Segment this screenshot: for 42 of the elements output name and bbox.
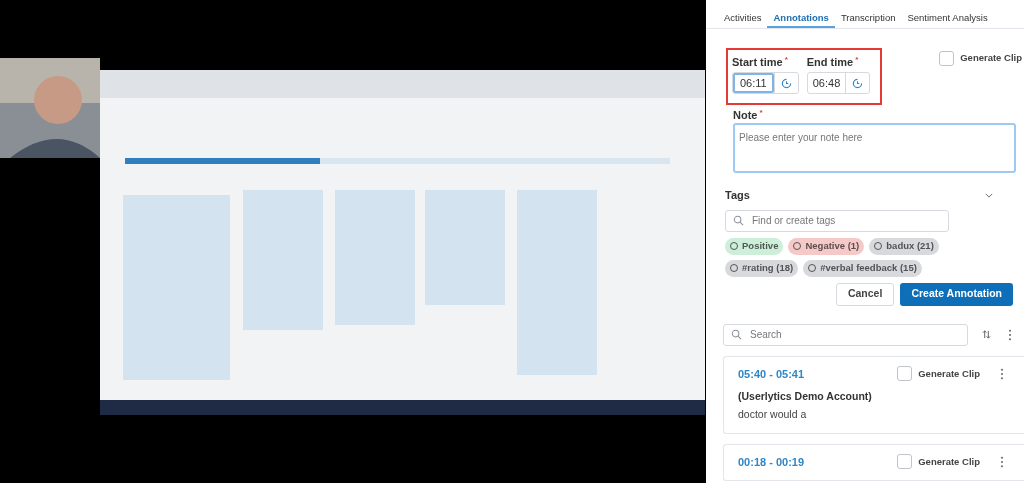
time-range-link[interactable]: 00:18 - 00:19 xyxy=(738,453,805,470)
create-button[interactable]: Create Annotation xyxy=(900,282,1013,306)
time-field[interactable]: 06:11 xyxy=(733,73,774,93)
author-name: (Userlytics Demo Account) xyxy=(738,389,873,404)
tag-chip[interactable]: #rating (18) xyxy=(725,259,799,277)
section-label: Tags xyxy=(725,188,750,203)
tag-chip[interactable]: #verbal feedback (15) xyxy=(803,259,922,277)
tag-search-field[interactable]: Find or create tags xyxy=(725,209,949,232)
tag-chip[interactable]: Positive xyxy=(725,237,784,255)
chevron-icon[interactable] xyxy=(985,192,993,198)
sort-icon[interactable] xyxy=(982,330,991,339)
placeholder-text: Find or create tags xyxy=(752,214,836,228)
search-icon xyxy=(731,329,742,340)
cancel-button[interactable]: Cancel xyxy=(835,282,895,306)
tab[interactable]: Transcription xyxy=(834,0,902,28)
tag-chip[interactable]: badux (21) xyxy=(869,237,939,255)
checkbox[interactable] xyxy=(897,454,913,470)
placeholder-text: Search xyxy=(750,328,782,342)
field-label: Note xyxy=(733,108,758,123)
search-field[interactable]: Search xyxy=(723,323,968,346)
field-label: Start time xyxy=(732,55,783,70)
checkbox-label: Generate Clip xyxy=(918,454,980,469)
more-icon[interactable] xyxy=(1000,367,1004,380)
note-text: doctor would a xyxy=(738,406,808,422)
checkbox-label: Generate Clip xyxy=(918,366,980,381)
clock-icon xyxy=(780,77,792,89)
more-icon[interactable] xyxy=(1008,328,1012,341)
tag-chip[interactable]: Negative (1) xyxy=(788,237,865,255)
required-mark: * xyxy=(855,54,859,66)
checkbox[interactable] xyxy=(939,51,955,66)
more-icon[interactable] xyxy=(1000,455,1004,468)
search-icon xyxy=(733,215,744,226)
field-label: End time xyxy=(806,55,854,70)
tab[interactable]: Sentiment Analysis xyxy=(901,0,994,28)
required-mark: * xyxy=(759,107,763,119)
checkbox[interactable] xyxy=(897,366,913,382)
note-field[interactable]: Please enter your note here xyxy=(733,123,1016,173)
tab[interactable]: Activities xyxy=(718,0,768,28)
tab[interactable]: Annotations xyxy=(767,0,835,28)
required-mark: * xyxy=(784,54,788,66)
time-range-link[interactable]: 05:40 - 05:41 xyxy=(738,365,805,382)
checkbox-label: Generate Clip xyxy=(960,51,1022,66)
